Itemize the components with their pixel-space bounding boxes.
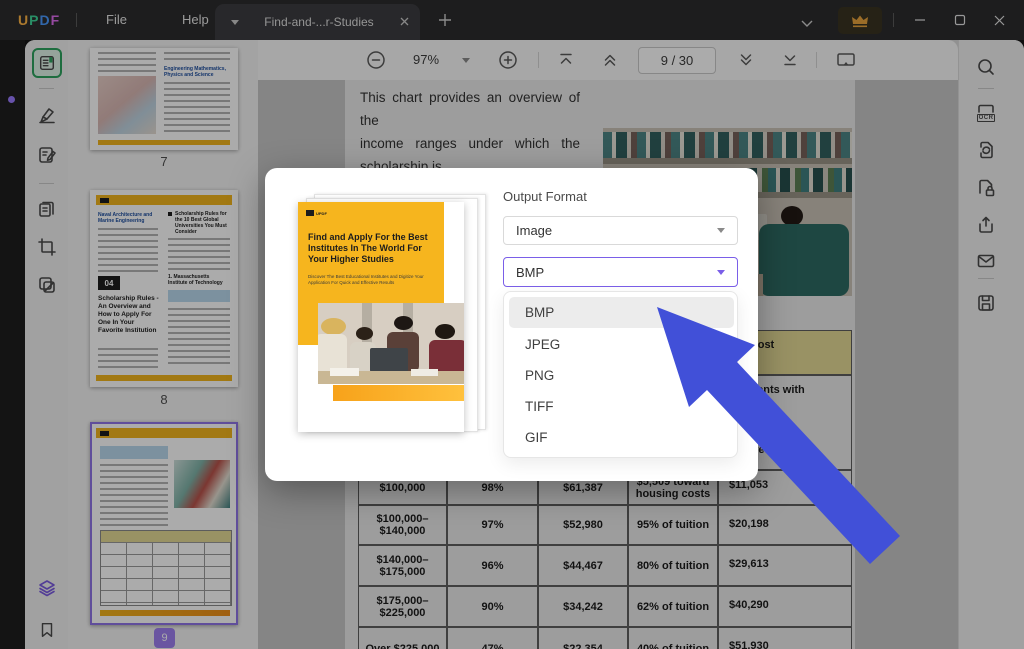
option-bmp[interactable]: BMP <box>509 297 734 328</box>
person-head <box>321 318 346 335</box>
books <box>411 369 437 375</box>
cover-logo: UPDF <box>306 210 327 216</box>
export-dialog: UPDF Find and Apply For the Best Institu… <box>265 168 758 481</box>
updf-window: UPDF File Help Find-and-...r-Studies <box>0 0 1024 649</box>
output-type-select[interactable]: Image <box>503 216 738 245</box>
laptop <box>370 348 408 372</box>
cover-photo <box>318 303 464 384</box>
cover-logo-chip <box>306 210 314 216</box>
option-tiff[interactable]: TIFF <box>509 391 734 422</box>
image-format-select[interactable]: BMP <box>503 257 738 287</box>
option-gif[interactable]: GIF <box>509 422 734 453</box>
option-jpeg[interactable]: JPEG <box>509 329 734 360</box>
cover-subtitle: Discover The Best Educational Institutes… <box>308 274 433 286</box>
cover-title: Find and Apply For the Best Institutes I… <box>308 232 438 265</box>
person-head <box>394 316 413 330</box>
books <box>330 368 359 376</box>
option-png[interactable]: PNG <box>509 360 734 391</box>
document-cover: UPDF Find and Apply For the Best Institu… <box>298 202 464 432</box>
chevron-down-icon <box>717 228 725 233</box>
cover-accent-band <box>333 385 464 401</box>
export-preview: UPDF Find and Apply For the Best Institu… <box>298 192 498 442</box>
chevron-down-icon <box>717 270 725 275</box>
output-type-value: Image <box>516 223 552 238</box>
output-format-label: Output Format <box>503 189 587 204</box>
cover-logo-text: UPDF <box>316 211 327 216</box>
image-format-value: BMP <box>516 265 544 280</box>
format-options-dropdown: BMP JPEG PNG TIFF GIF <box>503 291 738 458</box>
person-head <box>435 324 455 339</box>
